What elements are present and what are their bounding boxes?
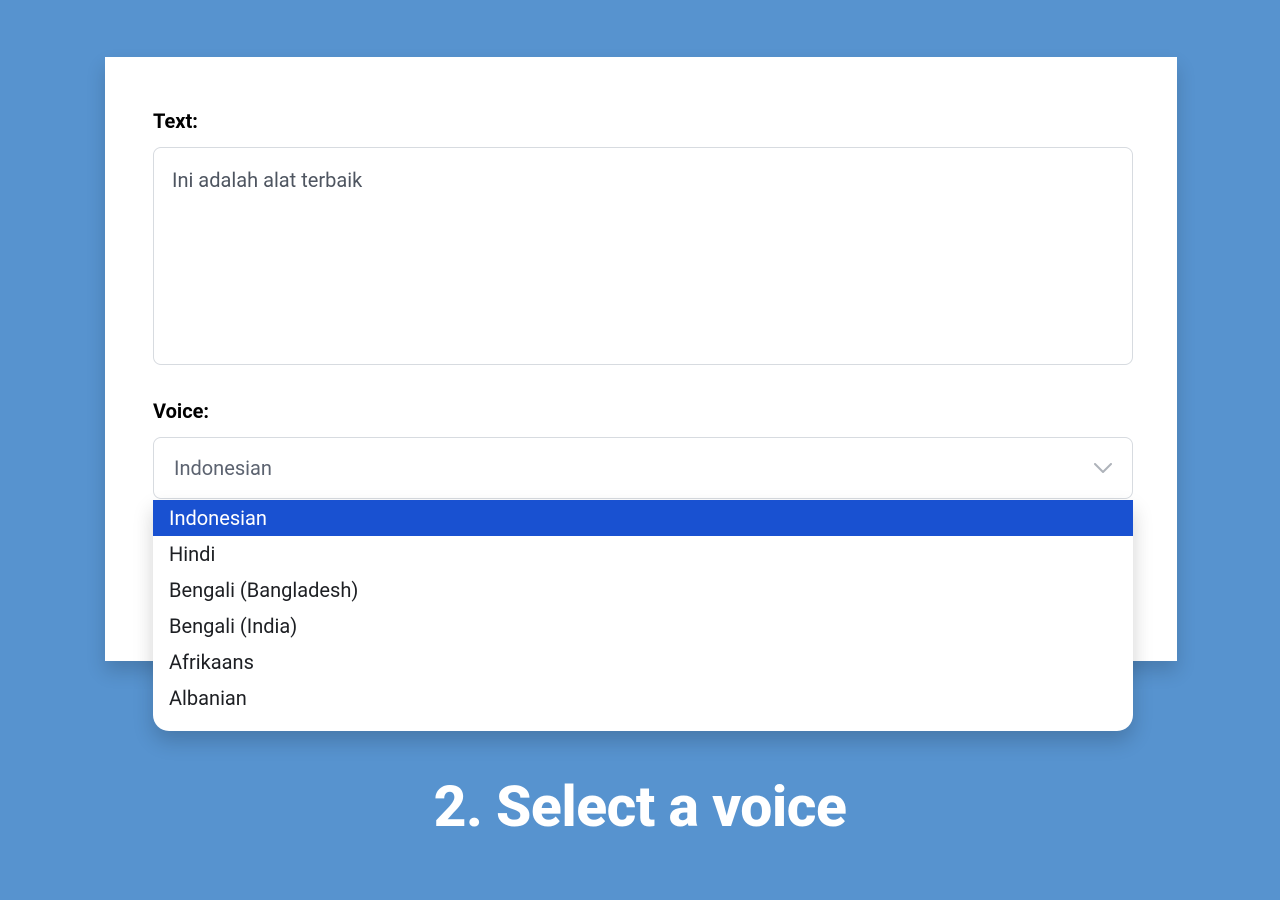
form-content: Text: Voice: Indonesian Indonesian Hindi… xyxy=(105,57,1177,499)
chevron-down-icon xyxy=(1094,459,1112,477)
voice-select[interactable]: Indonesian xyxy=(153,437,1133,499)
voice-option[interactable]: Hindi xyxy=(153,536,1133,572)
voice-option[interactable]: Bengali (India) xyxy=(153,608,1133,644)
voice-dropdown: Indonesian Hindi Bengali (Bangladesh) Be… xyxy=(153,500,1133,731)
voice-option[interactable]: Indonesian xyxy=(153,500,1133,536)
voice-label: Voice: xyxy=(153,399,1133,423)
voice-option[interactable]: Afrikaans xyxy=(153,644,1133,680)
voice-option[interactable]: Albanian xyxy=(153,680,1133,731)
text-label: Text: xyxy=(153,109,1133,133)
step-caption: 2. Select a voice xyxy=(0,773,1280,840)
voice-section: Voice: Indonesian Indonesian Hindi Benga… xyxy=(153,399,1133,499)
text-input[interactable] xyxy=(153,147,1133,365)
voice-select-wrapper: Indonesian Indonesian Hindi Bengali (Ban… xyxy=(153,437,1133,499)
voice-option[interactable]: Bengali (Bangladesh) xyxy=(153,572,1133,608)
form-card: Text: Voice: Indonesian Indonesian Hindi… xyxy=(105,57,1177,661)
voice-selected-value: Indonesian xyxy=(174,456,272,480)
